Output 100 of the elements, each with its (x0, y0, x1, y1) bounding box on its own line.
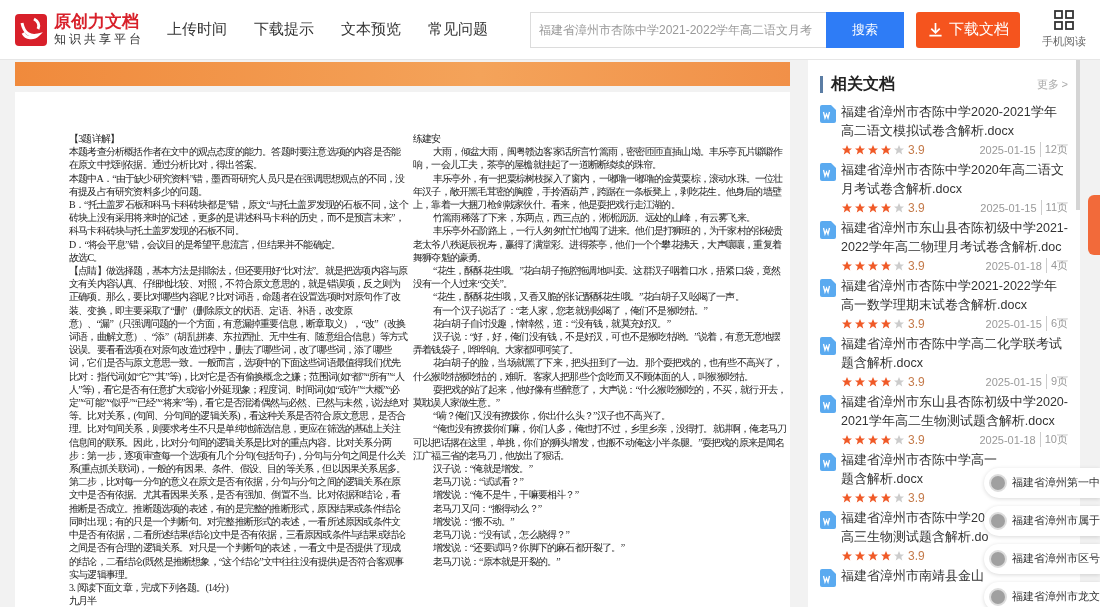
word-doc-icon (820, 453, 836, 471)
star-icon (841, 375, 853, 388)
document-paragraph: 九月半 (69, 594, 98, 607)
upload-date: 2025-01-15 (980, 201, 1037, 214)
document-title-link[interactable]: 福建省漳州市杏陈中学2021-2022学年 高一数学理期末试卷含解析.docx (841, 277, 1057, 315)
panel-title: 相关文档 (831, 74, 895, 94)
star-icon (854, 259, 866, 272)
star-icon (867, 375, 879, 388)
download-icon (927, 22, 943, 37)
star-icon (854, 491, 866, 504)
star-icon (880, 433, 892, 446)
document-paragraph: 竹篙雨稀落了下来，东两点，西三点的，淅淅沥沥。远处的山峰，有云雾飞来。 (432, 211, 756, 225)
star-icon (880, 491, 892, 504)
star-icon (867, 433, 879, 446)
star-icon (893, 317, 905, 330)
star-icon (880, 143, 892, 156)
star-icon (854, 201, 866, 214)
upload-date: 2025-01-15 (979, 143, 1036, 156)
page-count: 4页 (1045, 258, 1068, 273)
star-icon (867, 549, 879, 562)
document-paragraph: 老马刀又问：“搬得动么？” (432, 501, 543, 515)
document-paragraph: 有一个汉子说话了：“老人家，您老就别吆喝了，俺们不是猴吃牯。” (432, 303, 709, 317)
document-paragraph: 故选C。 (69, 250, 104, 265)
rating-value: 3.9 (908, 432, 925, 447)
star-icon (880, 259, 892, 272)
document-paragraph: “嗬？俺们又没有撩拨你，你出什么头？”汉子也不高兴了。 (432, 409, 672, 423)
star-icon (841, 143, 853, 156)
star-icon (854, 433, 866, 446)
word-doc-icon (820, 105, 836, 123)
qr-code-icon[interactable] (1054, 10, 1074, 30)
star-icon (867, 259, 879, 272)
nav-link[interactable]: 文本预览 (341, 20, 401, 39)
star-icon (893, 143, 905, 156)
document-title-link[interactable]: 福建省漳州市杏陈中学2020年高二语文 月考试卷含解析.docx (841, 161, 1064, 199)
word-doc-icon (820, 569, 836, 587)
star-icon (867, 201, 879, 214)
document-paragraph: 丰乐亭外石阶路上，一行人匆匆忙忙地闯了进来。他们是打狮班的，为千家村的张秘贵老太爷八秩诞辰祝寿，赢得了满堂彩。进得茶亭，他们一个个攀花拂天，大声嚷嚷，重复着舞狮夺魁的豪勇。 (413, 224, 784, 265)
star-icon (867, 317, 879, 330)
document-paragraph: 本题中A．“由于缺少研究资料”错，墨西哥研究人员只是在强调思想观点的不同，没有提及占有研究资料多少的问题。 (69, 171, 406, 198)
document-title-link[interactable]: 福建省漳州市南靖县金山 (841, 567, 984, 586)
star-icon (893, 201, 905, 214)
avatar-icon (989, 512, 1007, 530)
page-count: 10页 (1039, 432, 1068, 447)
document-paragraph: 【3题详解】 (69, 132, 121, 146)
avatar-icon (989, 588, 1007, 606)
word-doc-icon (820, 511, 836, 529)
document-paragraph: 汉子说：“俺就是增发。” (432, 462, 534, 476)
nav-link[interactable]: 下载提示 (254, 20, 314, 39)
nav-link[interactable]: 上传时间 (167, 20, 227, 39)
rating-value: 3.9 (908, 548, 925, 563)
logo-subtitle: 知识共享平台 (54, 32, 144, 47)
star-icon (880, 549, 892, 562)
star-icon (841, 259, 853, 272)
word-doc-icon (820, 221, 836, 239)
rating-value: 3.9 (908, 258, 925, 273)
document-paragraph: 增发说：“搬不动。” (432, 514, 515, 529)
logo-title: 原创力文档 (54, 12, 140, 32)
document-paragraph: 老马刀说：“试试看？” (432, 475, 525, 489)
rating-value: 3.9 (908, 142, 925, 157)
title-accent-bar (820, 76, 823, 93)
search-field[interactable]: 福建省漳州市杏陈中学2021-2022学年高二语文月考 (530, 11, 826, 48)
star-icon (854, 143, 866, 156)
star-icon (880, 375, 892, 388)
document-paragraph: 老马刀说：“原本就是开裂的。” (432, 554, 561, 568)
nav-link[interactable]: 常见问题 (428, 20, 488, 39)
star-icon (841, 491, 853, 504)
document-paragraph: 练建安 (413, 132, 442, 146)
document-title-link[interactable]: 福建省漳州市东山县杏陈初级中学2021- 2022学年高二物理月考试卷含解析.doc (841, 219, 1068, 257)
search-button[interactable]: 搜索 (826, 11, 904, 48)
floating-suggestion[interactable]: 福建省漳州市龙文 (984, 582, 1100, 607)
floating-suggestion[interactable]: 福建省漳州市区号 (984, 544, 1100, 574)
star-icon (841, 549, 853, 562)
avatar-icon (989, 550, 1007, 568)
document-paragraph: 老马刀说：“没有试，怎么晓得？” (432, 528, 571, 542)
document-title-link[interactable]: 福建省漳州市东山县杏陈初级中学2020- 2021学年高二生物测试题含解析.docx (841, 393, 1068, 431)
star-icon (893, 549, 905, 562)
star-icon (893, 491, 905, 504)
star-icon (880, 201, 892, 214)
rating-value: 3.9 (908, 490, 925, 505)
star-icon (893, 259, 905, 272)
page-count: 12页 (1039, 142, 1068, 157)
document-paragraph: 丰乐亭外，有一把粟棕树枝探入了窗内，一嘟噜一嘟噜的金黄粟棕，滚动水珠。一位壮年汉子，敞开黑毛茸密的胸膛，手拎酒葫芦，跨踞在一条板凳上，剥吃花生。他身后的墙壁上，靠着一大捆刀枪剑戟家伙什。看来，他是耍把戏行走江湖的。 (413, 171, 784, 212)
upload-date: 2025-01-18 (985, 259, 1042, 272)
page-count: 11页 (1040, 200, 1068, 215)
mobile-read-label: 手机阅读 (1042, 34, 1086, 49)
page-count: 6页 (1045, 316, 1068, 331)
floating-suggestion[interactable]: 福建省漳州第一中 (984, 468, 1100, 498)
document-paragraph: 3. 阅读下面文章，完成下列各题。(14分) (69, 580, 230, 595)
upload-date: 2025-01-15 (985, 375, 1042, 388)
document-paragraph: “花生，酥酥花生哦。”花白胡子拖腔拖调地叫卖。这群汉子咽着口水，捂紧口袋，竟然没有一个人过来“交关”。 (413, 264, 782, 291)
star-icon (854, 317, 866, 330)
star-icon (854, 549, 866, 562)
document-paragraph: 花白胡子的脸，当场就黑了下来，把头扭到了一边。那个耍把戏的，也有些不高兴了，什么猴吃牯猴吃牯的，难听。客家人把那些个贪吃而又不顾体面的人，叫猴猴吃牯。 (413, 356, 784, 383)
rating-value: 3.9 (908, 316, 925, 331)
star-icon (867, 143, 879, 156)
document-paragraph: 花白胡子自讨没趣，悻悻然，道：“没有钱，就莫充好汉。” (432, 316, 672, 331)
document-title-link[interactable]: 福建省漳州市杏陈中学2020-2021学年 高二语文模拟试卷含解析.docx (841, 103, 1057, 141)
star-icon (841, 201, 853, 214)
document-title-link[interactable]: 福建省漳州市杏陈中学高二化学联考试 题含解析.docx (841, 335, 1062, 373)
star-icon (893, 433, 905, 446)
